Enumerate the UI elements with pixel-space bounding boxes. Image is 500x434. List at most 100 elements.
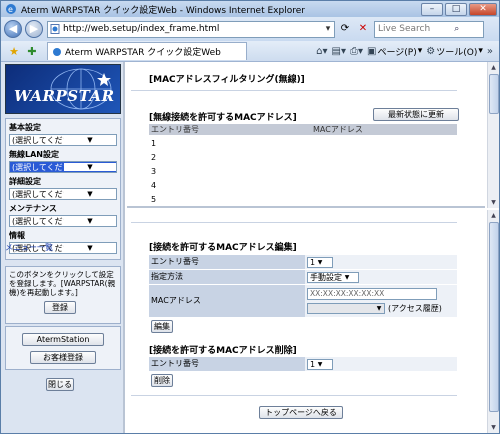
url-field[interactable]: http://web.setup/index_frame.html ▾ [47,20,335,38]
minimize-button[interactable]: – [421,2,443,16]
basic-settings-select[interactable]: (選択してください) ▼ [9,134,117,146]
register-note-box: このボタンをクリックして設定を登録します。[WARPSTAR(親機)を再起動しま… [5,266,121,324]
feeds-icon[interactable]: ▤▾ [332,46,346,57]
bottom-pane-scrollbar[interactable]: ▲ ▼ [487,210,499,433]
scroll-thumb[interactable] [489,74,499,114]
section-maintenance: メンテナンス (選択してください) ▼ [9,203,117,227]
favorites-star-icon[interactable]: ★ [7,45,21,58]
scroll-thumb[interactable] [489,222,499,412]
forward-button[interactable]: ▶ [25,20,43,38]
select-value: (選択してください) [12,216,64,226]
table-row: 5 [151,195,157,204]
close-button[interactable]: ✕ [469,2,497,16]
section-label: メンテナンス [9,204,57,213]
delete-section-title: [接続を許可するMACアドレス削除] [149,346,297,356]
back-button[interactable]: ◀ [4,20,22,38]
wireless-settings-select[interactable]: (選択してください)▼ [9,161,117,173]
page-content: WARPSTAR 基本設定 (選択してください)▼ 無線LAN設定 (選択してく… [1,62,499,433]
tab-title: Aterm WARPSTAR クイック設定Web [65,48,221,58]
method-label: 指定方法 [149,270,305,284]
section-label: 基本設定 [9,123,41,132]
scroll-up-icon[interactable]: ▲ [488,62,499,73]
stop-icon[interactable]: ✕ [355,21,371,37]
top-pane-scrollbar[interactable]: ▲ ▼ [487,62,499,208]
section-label: 無線LAN設定 [9,150,59,159]
chevron-down-icon: ▼ [87,136,93,144]
add-favorites-icon[interactable]: ✚ [25,45,39,58]
close-page-button[interactable]: 閉じる [46,378,74,391]
chevron-down-icon: ▼ [64,163,116,171]
select-value: (選択してください) [12,135,64,145]
maintenance-select[interactable]: (選択してください) ▼ [9,215,117,227]
more-icon[interactable]: » [487,46,493,57]
mac-address-input[interactable]: XX:XX:XX:XX:XX:XX [307,288,437,300]
left-menu-frame: WARPSTAR 基本設定 (選択してください)▼ 無線LAN設定 (選択してく… [1,62,125,433]
ie-logo-icon: e [6,4,16,14]
select-value: (選択してください) [12,189,64,199]
section-basic: 基本設定 (選択してください) ▼ [9,122,117,146]
col-entry: エントリ番号 [151,125,199,134]
page-icon [50,24,60,34]
home-icon[interactable]: ⌂▾ [316,46,327,57]
method-select[interactable]: 手動設定 ▼ [307,271,359,283]
tools-menu[interactable]: ⚙ ツール(O) ▾ [426,45,483,58]
chevron-down-icon: ▼ [376,305,382,312]
window-title: Aterm WARPSTAR クイック設定Web - Windows Inter… [21,5,305,16]
page-menu-label: ページ(P) [377,47,417,58]
edit-section-title: [接続を許可するMACアドレス編集] [149,243,297,253]
divider [131,90,457,91]
entry-label: エントリ番号 [149,255,305,269]
mac-row: MACアドレス XX:XX:XX:XX:XX:XX ▼ (アクセス履歴) [149,285,457,317]
divider [131,222,457,223]
side-buttons-box: AtermStation お客様登録 [5,326,121,370]
scroll-down-icon[interactable]: ▼ [488,197,499,208]
register-note: このボタンをクリックして設定を登録します。[WARPSTAR(親機)を再起動しま… [9,270,116,297]
delete-button[interactable]: 削除 [151,374,173,387]
chevron-down-icon: ▼ [87,217,93,225]
url-dropdown-icon[interactable]: ▾ [322,24,334,34]
delete-entry-row: エントリ番号 1 ▼ [149,357,457,371]
chevron-down-icon: ▼ [87,244,93,252]
table-row: 3 [151,167,157,176]
atermstation-button[interactable]: AtermStation [22,333,104,346]
method-value: 手動設定 [310,272,342,282]
refresh-status-button[interactable]: 最新状態に更新 [373,108,459,121]
customer-register-button[interactable]: お客様登録 [30,351,96,364]
search-icon[interactable]: ⌕ [431,24,484,34]
print-icon[interactable]: ⎙▾ [350,46,363,57]
mac-list-pane: [MACアドレスフィルタリング(無線)] [無線接続を許可するMACアドレス] … [127,62,485,208]
search-input[interactable]: Live Search ⌕ [374,20,484,38]
section-wireless: 無線LAN設定 (選択してください)▼ [9,149,117,173]
col-mac: MACアドレス [313,125,363,134]
menu-list-link[interactable]: メニュー一覧 [5,242,53,253]
page-menu[interactable]: ▣ ページ(P) ▾ [367,45,422,58]
entry-number-select[interactable]: 1 ▼ [307,256,333,268]
table-row: 4 [151,181,157,190]
detail-settings-select[interactable]: (選択してください) ▼ [9,188,117,200]
back-to-top-button[interactable]: トップページへ戻る [259,406,343,419]
chevron-down-icon: ▼ [87,190,93,198]
section-detail: 詳細設定 (選択してください) ▼ [9,176,117,200]
register-button[interactable]: 登録 [44,301,76,314]
chevron-down-icon: ▼ [344,273,350,281]
access-history-label: (アクセス履歴) [388,304,442,313]
mac-label: MACアドレス [149,285,305,317]
tab-current[interactable]: Aterm WARPSTAR クイック設定Web [47,42,247,60]
tab-page-icon [53,47,61,56]
scroll-down-icon[interactable]: ▼ [488,422,499,433]
right-content-frame: [MACアドレスフィルタリング(無線)] [無線接続を許可するMACアドレス] … [127,62,499,433]
table-row: 1 [151,139,157,148]
section-label: 情報 [9,231,25,240]
delete-entry-select[interactable]: 1 ▼ [307,358,333,370]
url-text: http://web.setup/index_frame.html [63,24,220,34]
edit-button[interactable]: 編集 [151,320,173,333]
entry-row: エントリ番号 1 ▼ [149,255,457,269]
scroll-up-icon[interactable]: ▲ [488,210,499,221]
chevron-down-icon: ▼ [317,360,323,368]
maximize-button[interactable]: □ [445,2,467,16]
access-history-select[interactable]: ▼ [307,303,385,314]
mac-edit-pane: [接続を許可するMACアドレス編集] エントリ番号 1 ▼ 指定方法 手動設定 ▼ … [127,210,485,433]
mac-table-header: エントリ番号 MACアドレス [149,124,457,135]
browser-window: e Aterm WARPSTAR クイック設定Web - Windows Int… [0,0,500,434]
refresh-icon[interactable]: ⟳ [337,21,353,37]
